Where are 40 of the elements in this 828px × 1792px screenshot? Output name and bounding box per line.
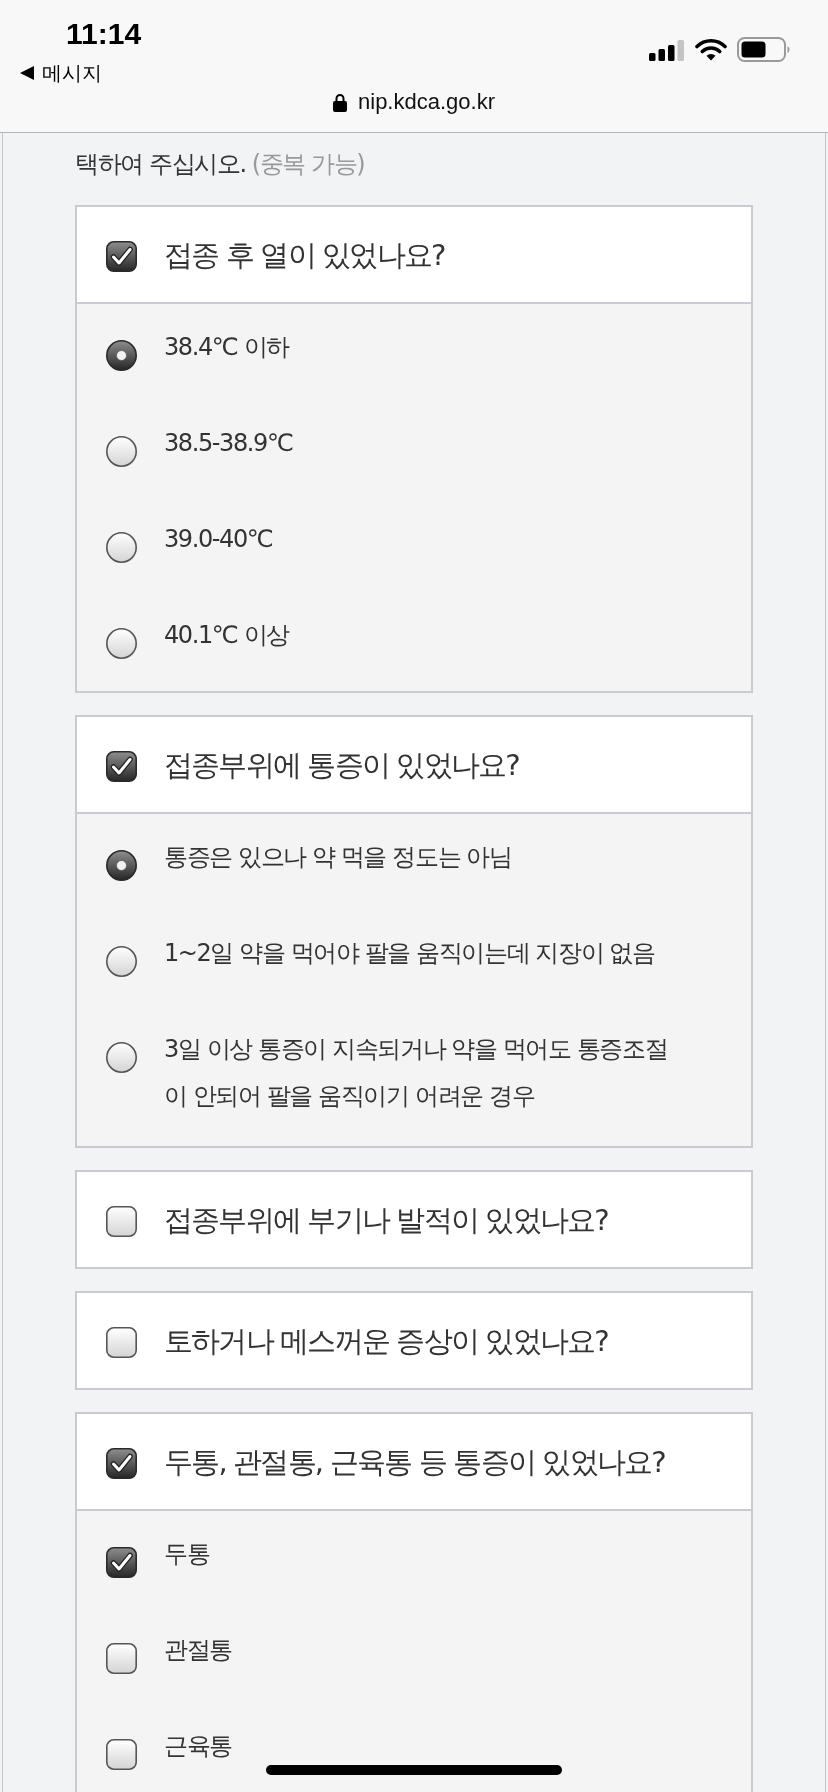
url-text[interactable]: nip.kdca.go.kr [358, 88, 495, 116]
option-label: 근육통 [164, 1731, 232, 1762]
wifi-icon [695, 38, 727, 61]
back-button[interactable]: 메시지 [20, 60, 102, 86]
option-label: 두통 [164, 1539, 210, 1570]
lock-icon [333, 92, 347, 112]
option-label: 1~2일 약을 먹어야 팔을 움직이는데 지장이 없음 [164, 938, 655, 969]
option-label: 통증은 있으나 약 먹을 정도는 아님 [164, 842, 512, 873]
question-label: 접종부위에 부기나 발적이 있었나요? [164, 1201, 608, 1238]
status-time: 11:14 [66, 16, 142, 52]
option-label: 관절통 [164, 1635, 232, 1666]
radio-button[interactable] [106, 340, 137, 371]
checkbox[interactable] [106, 1643, 137, 1674]
question-label: 접종 후 열이 있었나요? [164, 236, 445, 273]
question-label: 접종부위에 통증이 있었나요? [164, 746, 519, 783]
checkbox[interactable] [106, 1739, 137, 1770]
option-label: 38.5-38.9℃ [164, 428, 293, 459]
instruction-text: 택하여 주십시오. [75, 149, 246, 180]
checkbox[interactable] [106, 1547, 137, 1578]
signal-icon [649, 38, 685, 61]
radio-button[interactable] [106, 628, 137, 659]
radio-button[interactable] [106, 850, 137, 881]
note-text: (중복 가능) [251, 149, 365, 180]
question-label: 토하거나 메스꺼운 증상이 있었나요? [164, 1322, 608, 1359]
checkbox[interactable] [106, 751, 137, 782]
radio-button[interactable] [106, 436, 137, 467]
checkbox[interactable] [106, 1448, 137, 1479]
checkbox[interactable] [106, 241, 137, 272]
option-label: 40.1℃ 이상 [164, 620, 289, 651]
option-label: 3일 이상 통증이 지속되거나 약을 먹어도 통증조절이 안되어 팔을 움직이기 어려운 경우 [164, 1034, 669, 1112]
question-label: 두통, 관절통, 근육통 등 통증이 있었나요? [164, 1443, 665, 1480]
radio-button[interactable] [106, 946, 137, 977]
checkbox[interactable] [106, 1327, 137, 1358]
option-label: 38.4℃ 이하 [164, 332, 289, 363]
back-arrow-icon [20, 66, 34, 80]
option-label: 39.0-40℃ [164, 524, 273, 555]
radio-button[interactable] [106, 1042, 137, 1073]
radio-button[interactable] [106, 532, 137, 563]
battery-icon [737, 37, 791, 62]
checkbox[interactable] [106, 1206, 137, 1237]
